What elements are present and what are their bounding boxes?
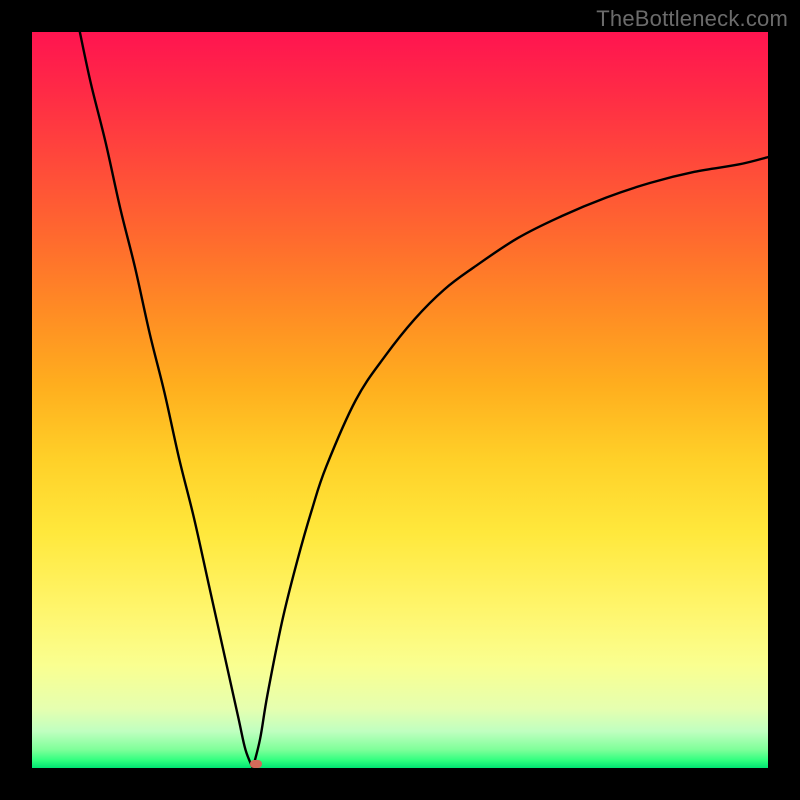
watermark-text: TheBottleneck.com [596, 6, 788, 32]
chart-frame: TheBottleneck.com [0, 0, 800, 800]
optimum-marker [250, 760, 262, 768]
plot-area [32, 32, 768, 768]
bottleneck-curve [32, 32, 768, 768]
